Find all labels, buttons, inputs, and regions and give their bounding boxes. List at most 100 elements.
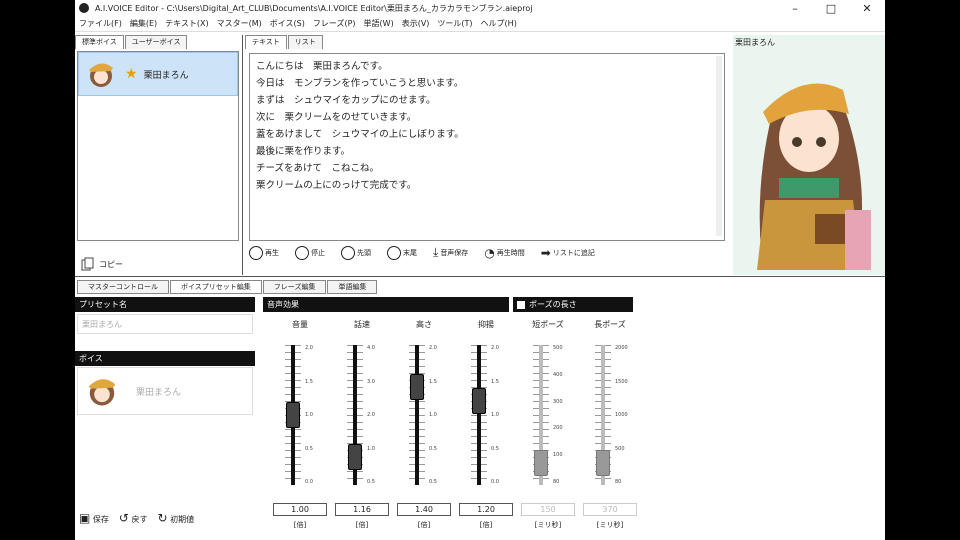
slider-value-field[interactable]: 1.00 bbox=[273, 503, 327, 516]
text-panel: テキスト リスト こんにちは 栗田まろんです。 今日は モンブランを作っていこう… bbox=[245, 35, 729, 275]
revert-button[interactable]: ↺ 戻す bbox=[119, 511, 148, 525]
play-button[interactable]: 再生 bbox=[249, 245, 279, 260]
menu-master[interactable]: マスター(M) bbox=[213, 18, 266, 29]
tab-user-voice[interactable]: ユーザーボイス bbox=[124, 35, 188, 49]
slider-unit: [ミリ秒] bbox=[596, 521, 624, 529]
scale-tick: 500 bbox=[615, 445, 625, 452]
close-button[interactable]: ✕ bbox=[849, 2, 885, 15]
menu-phrase[interactable]: フレーズ(P) bbox=[309, 18, 360, 29]
voice-item[interactable]: ★ 栗田まろん bbox=[78, 52, 238, 96]
tab-list[interactable]: リスト bbox=[287, 35, 323, 49]
slider-scale: 2.0 1.5 1.0 0.5 0.0 bbox=[305, 345, 313, 485]
play-label: 再生 bbox=[265, 248, 279, 257]
skip-back-icon bbox=[341, 245, 355, 260]
scale-tick: 1500 bbox=[615, 378, 628, 385]
slider-track[interactable] bbox=[415, 345, 419, 485]
save-button[interactable]: ▣ 保存 bbox=[79, 511, 109, 525]
stop-button[interactable]: 停止 bbox=[295, 245, 325, 260]
slider-label: 抑揚 bbox=[478, 320, 494, 329]
scale-tick: 0.5 bbox=[491, 445, 499, 452]
scale-tick: 2.0 bbox=[367, 412, 375, 418]
voice-list: ★ 栗田まろん bbox=[77, 51, 239, 241]
menu-tools[interactable]: ツール(T) bbox=[433, 18, 476, 29]
save-label: 保存 bbox=[92, 515, 109, 524]
copy-button[interactable]: コピー bbox=[81, 257, 123, 271]
tab-word-edit[interactable]: 単語編集 bbox=[327, 280, 378, 294]
avatar bbox=[88, 379, 116, 406]
menu-text[interactable]: テキスト(X) bbox=[161, 18, 212, 29]
slider-thumb[interactable] bbox=[472, 388, 486, 414]
slider-unit: [倍] bbox=[293, 521, 307, 529]
bottom-tabs: マスターコントロール ボイスプリセット編集 フレーズ編集 単語編集 bbox=[77, 280, 378, 294]
slider-track[interactable] bbox=[477, 345, 481, 485]
voice-header: ボイス bbox=[75, 351, 255, 366]
maximize-button[interactable]: □ bbox=[813, 2, 849, 15]
vertical-scrollbar[interactable] bbox=[716, 56, 722, 236]
scale-tick: 0.0 bbox=[305, 479, 313, 485]
text-editor[interactable]: こんにちは 栗田まろんです。 今日は モンブランを作っていこうと思います。 まず… bbox=[249, 53, 725, 241]
scale-tick: 1.0 bbox=[491, 412, 499, 418]
save-audio-button[interactable]: ⤓ 音声保存 bbox=[433, 245, 468, 260]
slider-scale: 2.0 1.5 1.0 0.5 0.5 bbox=[429, 345, 437, 485]
copy-label: コピー bbox=[99, 259, 123, 269]
menu-help[interactable]: ヘルプ(H) bbox=[477, 18, 521, 29]
slider-thumb[interactable] bbox=[348, 444, 362, 470]
menu-word[interactable]: 単語(W) bbox=[360, 18, 398, 29]
tail-button[interactable]: 末尾 bbox=[387, 245, 417, 260]
slider-3: 抑揚 2.0 1.5 1.0 0.5 0.0 1.20 [倍] bbox=[457, 319, 515, 535]
text-line: 今日は モンブランを作っていこうと思います。 bbox=[256, 78, 464, 89]
preset-panel: プリセット名 栗田まろん ボイス 栗田まろん ▣ 保存 ↺ 戻す ↻ 初期値 bbox=[75, 297, 255, 540]
scale-tick: 500 bbox=[553, 345, 563, 351]
scale-tick: 1000 bbox=[615, 412, 628, 418]
playback-toolbar: 再生 停止 先頭 末尾 ⤓ 音声保存 ◔ 再生時間 ➡ リストに追記 bbox=[249, 245, 607, 260]
slider-unit: [倍] bbox=[479, 521, 493, 529]
star-icon[interactable]: ★ bbox=[125, 66, 138, 82]
slider-thumb[interactable] bbox=[596, 449, 610, 476]
head-label: 先頭 bbox=[357, 248, 371, 257]
slider-value-field[interactable]: 1.40 bbox=[397, 503, 451, 516]
slider-thumb[interactable] bbox=[286, 402, 300, 428]
scale-tick: 4.0 bbox=[367, 345, 375, 351]
pause-header: ポーズの長さ bbox=[513, 297, 633, 312]
head-button[interactable]: 先頭 bbox=[341, 245, 371, 260]
panel-divider[interactable] bbox=[75, 276, 885, 277]
preset-name-field[interactable]: 栗田まろん bbox=[77, 314, 253, 334]
minimize-button[interactable]: – bbox=[777, 2, 813, 15]
add-to-list-button[interactable]: ➡ リストに追記 bbox=[541, 246, 595, 260]
menu-file[interactable]: ファイル(F) bbox=[75, 18, 126, 29]
tab-master-control[interactable]: マスターコントロール bbox=[77, 280, 169, 294]
slider-scale: 500 400 300 200 100 80 bbox=[553, 345, 563, 485]
window-title: A.I.VOICE Editor - C:\Users\Digital_Art_… bbox=[95, 3, 533, 13]
voice-panel: 標準ボイス ユーザーボイス ★ 栗田まろん コピー bbox=[75, 35, 243, 275]
scale-tick: 2.0 bbox=[429, 345, 437, 351]
menu-edit[interactable]: 編集(E) bbox=[126, 18, 161, 29]
tab-standard-voice[interactable]: 標準ボイス bbox=[75, 35, 124, 49]
avatar bbox=[89, 63, 113, 87]
slider-value-field[interactable]: 1.16 bbox=[335, 503, 389, 516]
scale-tick: 2.0 bbox=[305, 345, 313, 351]
slider-thumb[interactable] bbox=[410, 374, 424, 400]
slider-label: 短ポーズ bbox=[532, 320, 564, 329]
preset-voice[interactable]: 栗田まろん bbox=[77, 367, 253, 415]
slider-value-field[interactable]: 1.20 bbox=[459, 503, 513, 516]
text-line: チーズをあけて こねこね。 bbox=[256, 163, 380, 174]
menu-view[interactable]: 表示(V) bbox=[398, 18, 434, 29]
menu-voice[interactable]: ボイス(S) bbox=[266, 18, 309, 29]
slider-value-field[interactable]: 150 bbox=[521, 503, 575, 516]
character-panel: 栗田まろん bbox=[733, 35, 885, 275]
reset-button[interactable]: ↻ 初期値 bbox=[158, 511, 195, 525]
text-line: 蓋をあけまして シュウマイの上にしぼります。 bbox=[256, 129, 464, 140]
play-time-button[interactable]: ◔ 再生時間 bbox=[484, 246, 524, 260]
download-icon: ⤓ bbox=[433, 245, 439, 259]
save-audio-label: 音声保存 bbox=[440, 248, 469, 257]
stop-label: 停止 bbox=[311, 248, 325, 257]
slider-label: 長ポーズ bbox=[594, 320, 626, 329]
slider-value-field[interactable]: 370 bbox=[583, 503, 637, 516]
revert-label: 戻す bbox=[131, 515, 148, 524]
slider-thumb[interactable] bbox=[534, 449, 548, 476]
tab-phrase-edit[interactable]: フレーズ編集 bbox=[262, 280, 327, 294]
tab-text[interactable]: テキスト bbox=[245, 35, 287, 49]
tab-voice-preset[interactable]: ボイスプリセット編集 bbox=[170, 280, 262, 294]
preset-voice-name: 栗田まろん bbox=[136, 387, 182, 398]
pause-checkbox[interactable] bbox=[517, 300, 525, 309]
